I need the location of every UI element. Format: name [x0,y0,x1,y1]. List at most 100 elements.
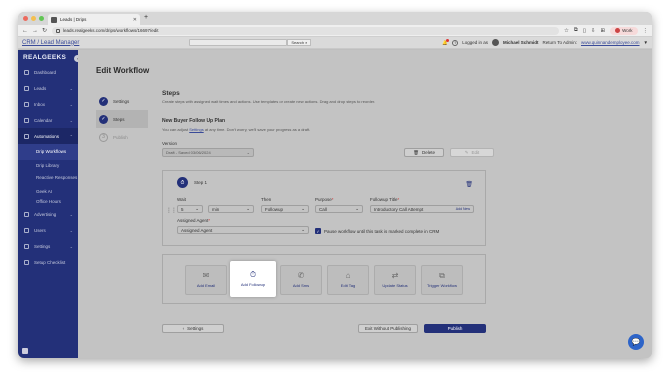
realgeeks-logo[interactable]: REALGEEKS [18,50,78,64]
followup-title-label-text: Followup Title [370,197,398,202]
step-nav-steps[interactable]: ✓ Steps [96,110,148,128]
back-icon[interactable]: ← [22,28,28,34]
add-sms-button[interactable]: ✆ Add Sms [280,265,322,295]
reload-icon[interactable]: ↻ [42,27,47,34]
delete-button[interactable]: 🗑 Delete [404,148,444,157]
sidebar-item-advertising[interactable]: Advertising ⌄ [18,206,78,222]
add-email-button[interactable]: ✉ Add Email [185,265,227,295]
pause-workflow-checkbox[interactable]: ✓ Pause workflow until this task is mark… [315,228,439,234]
search-button[interactable]: Search ⌕ [287,39,312,46]
close-tab-icon[interactable]: ✕ [133,17,137,23]
site-info-icon[interactable] [56,28,60,33]
wait-amount-select[interactable]: 5 ⌄ [177,205,203,213]
wait-unit-select[interactable]: min ⌄ [208,205,254,213]
publish-button[interactable]: Publish [424,324,486,333]
notifications-bell-icon[interactable]: 🔔 [442,38,450,46]
edit-button[interactable]: ✎ Edit [450,148,494,157]
settings-link[interactable]: Settings [189,127,203,132]
step-number: 3 [99,132,108,142]
help-icon[interactable]: ? [452,39,459,46]
drag-handle-icon[interactable]: ⋮⋮ [166,207,177,214]
action-label: Update Status [382,283,408,288]
add-new-link[interactable]: Add New [456,207,470,211]
new-tab-button[interactable]: + [144,14,148,21]
sidebar-subitem-reactive-responses[interactable]: Reactive Responses [18,170,78,186]
add-action-panel: ✉ Add Email ⏱ Add Followup ✆ Add Sms ⌂ E… [162,254,486,304]
back-to-settings-button[interactable]: ‹ Settings [162,324,224,333]
sidebar-item-label: Automations [34,133,60,139]
add-followup-button[interactable]: ⏱ Add Followup [230,261,276,297]
edit-tag-button[interactable]: ⌂ Edit Tag [327,265,369,295]
sidebar-item-inbox[interactable]: Inbox ⌄ [18,96,78,112]
split-view-icon[interactable]: ⊞ [600,28,605,34]
browser-tab[interactable]: Leads | Drips ✕ [48,14,140,25]
exit-without-publishing-button[interactable]: Exit Without Publishing [358,324,418,333]
assigned-agent-select[interactable]: Assigned Agent ⌄ [177,226,309,234]
email-icon: ✉ [202,271,210,280]
purpose-select[interactable]: Call ⌄ [315,205,363,213]
sidebar-item-settings[interactable]: Settings ⌄ [18,238,78,254]
chevron-down-icon: ⌄ [69,101,73,107]
step-nav-publish[interactable]: 3 Publish [96,128,148,146]
user-name[interactable]: Michael Schmidt [503,40,539,45]
sidebar-item-calendar[interactable]: Calendar ⌄ [18,112,78,128]
chevron-up-icon: ⌃ [69,133,73,139]
then-select[interactable]: Followup ⌄ [261,205,309,213]
maximize-window-button[interactable] [39,16,44,21]
minimize-window-button[interactable] [31,16,36,21]
wait-label: Wait [177,197,186,202]
site-link[interactable]: www.quinnandemployee.com [581,40,640,45]
user-avatar [492,39,500,46]
trash-icon: 🗑 [413,149,419,155]
window-controls [23,16,44,21]
chevron-down-icon: ⌄ [69,243,73,249]
step-nav-label: Settings [113,98,130,104]
chevron-down-icon: ⌄ [246,206,250,211]
delete-step-icon[interactable]: 🗑 [465,181,473,188]
required-marker: * [331,197,334,202]
forward-icon[interactable]: → [32,28,38,34]
version-select[interactable]: Draft - Saved 03/06/2024 ⌄ [162,148,254,157]
back-label: Settings [187,326,204,331]
wait-amount-value: 5 [181,206,184,212]
plan-desc-prefix: You can adjust [162,127,189,132]
crm-lead-manager-link[interactable]: CRM / Lead Manager [22,40,79,46]
chat-bubble-icon[interactable]: 💬 [628,334,644,350]
required-marker: * [208,218,211,223]
stopwatch-icon: ⏱ [177,177,188,188]
required-marker: * [397,197,400,202]
sidebar-subitem-office-hours[interactable]: Office Hours [18,196,78,206]
sidebar-item-automations[interactable]: Automations ⌃ [18,128,78,144]
advertising-icon [24,211,29,217]
extensions-icon[interactable]: ⧉ [574,27,578,34]
sidebar-item-leads[interactable]: Leads ⌄ [18,80,78,96]
edit-label: Edit [471,150,480,155]
sidebar-item-dashboard[interactable]: Dashboard [18,64,78,80]
sidebar-item-users[interactable]: Users ⌄ [18,222,78,238]
sidebar-panel-icon[interactable]: ▯ [583,28,586,34]
trigger-workflow-button[interactable]: ⧉ Trigger Workflow [421,265,463,295]
step-nav-settings[interactable]: ✓ Settings [96,92,148,110]
downloads-icon[interactable]: ⇩ [591,28,596,34]
followup-title-input[interactable]: Introductory Call Attempt Add New [370,205,474,213]
close-window-button[interactable] [23,16,28,21]
action-label: Trigger Workflow [426,283,457,288]
url-field[interactable]: leads.realgeeks.com/drips/workflows/1669… [52,26,559,35]
sidebar-item-setup-checklist[interactable]: Setup Checklist [18,254,78,270]
sidebar-subitem-geek-ai[interactable]: Geek AI [18,186,78,196]
app-header: CRM / Lead Manager Search ⌕ 🔔 ? Logged i… [18,37,652,49]
search-input[interactable] [189,39,288,46]
header-dropdown-icon[interactable]: ▼ [644,40,648,45]
update-status-button[interactable]: ⇄ Update Status [374,265,416,295]
bookmark-star-icon[interactable]: ☆ [564,28,569,34]
sidebar-subitem-drip-library[interactable]: Drip Library [18,160,78,170]
action-label: Edit Tag [340,283,356,288]
sidebar-footer-icon[interactable] [22,348,28,354]
app-body: REALGEEKS ‹ Dashboard Leads ⌄ Inbox ⌄ Cale… [18,50,652,358]
check-icon: ✓ [99,114,108,124]
profile-button[interactable]: Work [610,26,638,35]
sidebar-subitem-drip-workflows[interactable]: Drip Workflows [18,144,78,160]
sidebar-item-label: Inbox [34,101,46,107]
sidebar-item-label: Dashboard [34,69,57,75]
browser-menu-icon[interactable]: ⋮ [643,28,649,34]
